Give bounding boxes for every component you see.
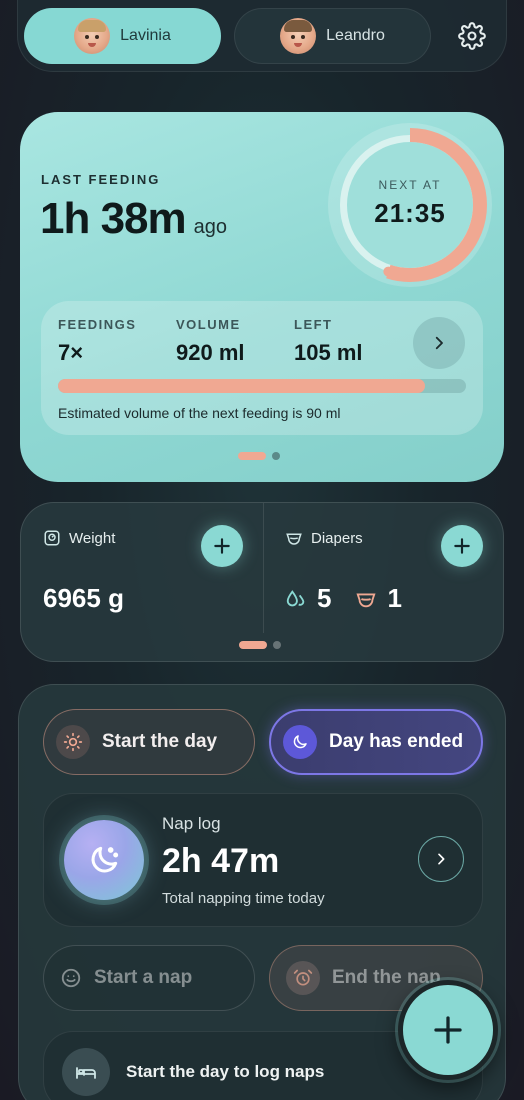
stat-label: VOLUME	[176, 317, 241, 332]
stat-value: 920 ml	[176, 340, 245, 365]
chevron-right-icon	[438, 853, 445, 865]
scale-icon	[44, 530, 60, 546]
weight-title: Weight	[43, 529, 115, 547]
weight-label: Weight	[69, 529, 116, 547]
feeding-card[interactable]: LAST FEEDING 1h 38m ago NEXT AT 21:35 FE…	[20, 112, 504, 482]
page-indicator	[238, 452, 280, 460]
diapers-title: Diapers	[285, 529, 363, 547]
start-day-button[interactable]: Start the day	[43, 709, 255, 775]
page-indicator	[239, 641, 281, 649]
plus-icon	[454, 538, 470, 554]
next-at-time: 21:35	[374, 197, 446, 228]
start-nap-button[interactable]: Start a nap	[43, 945, 255, 1011]
diaper-icon	[286, 533, 302, 545]
stat-label: FEEDINGS	[58, 317, 137, 332]
day-ended-button[interactable]: Day has ended	[269, 709, 483, 775]
last-feeding-time: 1h 38m	[40, 194, 187, 243]
smile-icon	[61, 968, 81, 988]
volume-progress-fill	[58, 379, 426, 393]
dirty-diaper-icon	[356, 593, 376, 607]
diapers-label: Diapers	[311, 529, 363, 547]
log-naps-text: Start the day to log naps	[126, 1062, 325, 1081]
nap-total-value: 2h 47m	[162, 842, 280, 880]
stat-feedings: FEEDINGS 7×	[58, 317, 136, 366]
dirty-count: 1	[387, 583, 402, 613]
next-feeding-ring: NEXT AT 21:35	[325, 120, 495, 290]
nap-log-panel[interactable]: Nap log 2h 47m Total napping time today	[43, 793, 483, 927]
stat-left: LEFT 105 ml	[294, 317, 363, 366]
add-entry-fab[interactable]	[398, 980, 498, 1080]
bed-icon	[62, 1048, 110, 1096]
nap-log-title: Nap log	[162, 814, 221, 833]
sun-icon	[56, 725, 90, 759]
profile-name: Lavinia	[120, 27, 171, 44]
weight-value: 6965 g	[43, 583, 124, 613]
stat-volume: VOLUME 920 ml	[176, 317, 245, 366]
weight-diapers-card: Weight 6965 g Diapers 5 1	[20, 502, 504, 662]
wet-count: 5	[317, 583, 332, 613]
profile-switcher: Lavinia Leandro	[17, 0, 507, 72]
nap-log-open-button[interactable]	[418, 836, 464, 882]
add-weight-button[interactable]	[201, 525, 243, 567]
next-at-label: NEXT AT	[378, 177, 442, 192]
estimate-text: Estimated volume of the next feeding is …	[58, 405, 341, 421]
droplets-icon	[286, 589, 305, 606]
stat-value: 105 ml	[294, 340, 363, 365]
avatar	[74, 18, 111, 54]
stat-label: LEFT	[294, 317, 333, 332]
start-day-label: Start the day	[102, 731, 218, 752]
profile-name: Leandro	[326, 27, 385, 44]
chevron-right-icon	[435, 336, 443, 350]
feeding-details-button[interactable]	[413, 317, 465, 369]
last-feeding-label: LAST FEEDING	[41, 172, 161, 187]
add-diaper-button[interactable]	[441, 525, 483, 567]
last-feeding-suffix: ago	[193, 216, 228, 238]
gear-icon[interactable]	[458, 22, 486, 50]
day-ended-label: Day has ended	[329, 731, 464, 752]
avatar	[280, 18, 317, 54]
volume-progress-bar	[58, 379, 466, 393]
plus-icon	[214, 538, 230, 554]
stat-value: 7×	[58, 340, 84, 365]
nap-moon-icon	[64, 820, 144, 900]
plus-icon	[434, 1016, 462, 1044]
last-feeding-value: 1h 38m ago	[40, 194, 227, 244]
diaper-counts: 5 1	[285, 583, 402, 614]
start-nap-label: Start a nap	[94, 967, 193, 988]
alarm-clock-icon	[286, 961, 320, 995]
profile-tab-lavinia[interactable]: Lavinia	[24, 8, 221, 64]
profile-tab-leandro[interactable]: Leandro	[234, 8, 431, 64]
moon-icon	[283, 725, 317, 759]
nap-subtitle: Total napping time today	[162, 890, 325, 907]
feeding-stats: FEEDINGS 7× VOLUME 920 ml LEFT 105 ml Es…	[41, 301, 483, 435]
